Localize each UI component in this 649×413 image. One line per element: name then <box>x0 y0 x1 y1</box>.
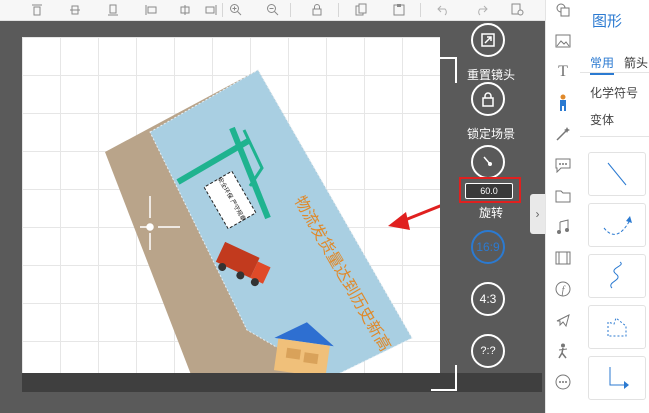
panel-tabs: 常用 箭头 <box>580 52 649 75</box>
ratio-custom-button[interactable]: ?:? <box>471 334 505 368</box>
angle-highlight-box <box>459 177 521 203</box>
panel-collapse-tab[interactable]: › <box>530 194 545 234</box>
folder-icon[interactable] <box>553 186 573 206</box>
align-bottom-icon[interactable] <box>104 1 122 18</box>
toolbar <box>0 0 545 21</box>
align-center-v-icon[interactable] <box>66 1 84 18</box>
align-right-icon[interactable] <box>202 1 220 18</box>
lock-icon <box>482 92 494 107</box>
paste-icon[interactable] <box>390 1 408 18</box>
ratio-4-3-button[interactable]: 4:3 <box>471 282 505 316</box>
align-top-icon[interactable] <box>28 1 46 18</box>
scene-stage[interactable]: 安全环保 严守规章 物流发货量达到历史新高 <box>22 37 440 390</box>
tab-arrows[interactable]: 箭头 <box>624 54 648 71</box>
shape-squiggle[interactable] <box>588 254 646 298</box>
frame-corner-bottom-right <box>431 365 457 391</box>
character-icon[interactable] <box>553 93 573 113</box>
menu-chemistry[interactable]: 化学符号 <box>590 84 638 101</box>
music-icon[interactable] <box>553 217 573 237</box>
shapes-icon[interactable] <box>553 0 573 20</box>
video-icon[interactable] <box>553 248 573 268</box>
undo-icon[interactable] <box>434 1 452 18</box>
plane-icon[interactable] <box>553 310 573 330</box>
expand-icon <box>481 33 495 47</box>
svg-text:f: f <box>562 285 566 296</box>
more-icon[interactable] <box>553 372 573 392</box>
reset-camera-label: 重置镜头 <box>466 68 515 82</box>
shape-freeform[interactable] <box>588 305 646 349</box>
lock-scene-label: 锁定场景 <box>466 127 515 141</box>
tab-common[interactable]: 常用 <box>590 54 615 75</box>
panel-title: 图形 <box>592 13 623 30</box>
image-icon[interactable] <box>553 31 573 51</box>
copy-icon[interactable] <box>352 1 370 18</box>
dial-icon <box>483 156 492 166</box>
shape-line[interactable] <box>588 152 646 196</box>
redo-icon[interactable] <box>472 1 490 18</box>
text-icon[interactable]: T <box>553 62 573 82</box>
zoom-out-icon[interactable] <box>263 1 281 18</box>
rotate-label: 旋转 <box>478 206 503 220</box>
lock-scene-button[interactable] <box>471 82 505 116</box>
stage-bottom-band <box>22 373 542 392</box>
chevron-right-icon: › <box>535 207 540 221</box>
lock-icon[interactable] <box>308 1 326 18</box>
person-walking-icon[interactable] <box>553 341 573 361</box>
red-pointer-arrow <box>388 204 440 230</box>
magic-wand-icon[interactable] <box>553 124 573 144</box>
comment-icon[interactable] <box>553 155 573 175</box>
formula-icon[interactable]: f <box>553 279 573 299</box>
align-left-icon[interactable] <box>142 1 160 18</box>
rotate-dial[interactable] <box>471 145 505 179</box>
shape-curved-arrow[interactable] <box>588 203 646 247</box>
settings-doc-icon[interactable] <box>508 1 526 18</box>
icon-sidebar: T f <box>545 0 581 413</box>
zoom-in-icon[interactable] <box>226 1 244 18</box>
frame-corner-top-right <box>431 57 457 83</box>
shape-panel: 图形 常用 箭头 化学符号 变体 <box>580 0 649 413</box>
menu-variants[interactable]: 变体 <box>590 111 614 128</box>
shape-elbow-arrow[interactable] <box>588 356 646 400</box>
align-center-h-icon[interactable] <box>176 1 194 18</box>
reset-camera-button[interactable] <box>471 23 505 57</box>
ratio-16-9-button[interactable]: 16:9 <box>471 230 505 264</box>
